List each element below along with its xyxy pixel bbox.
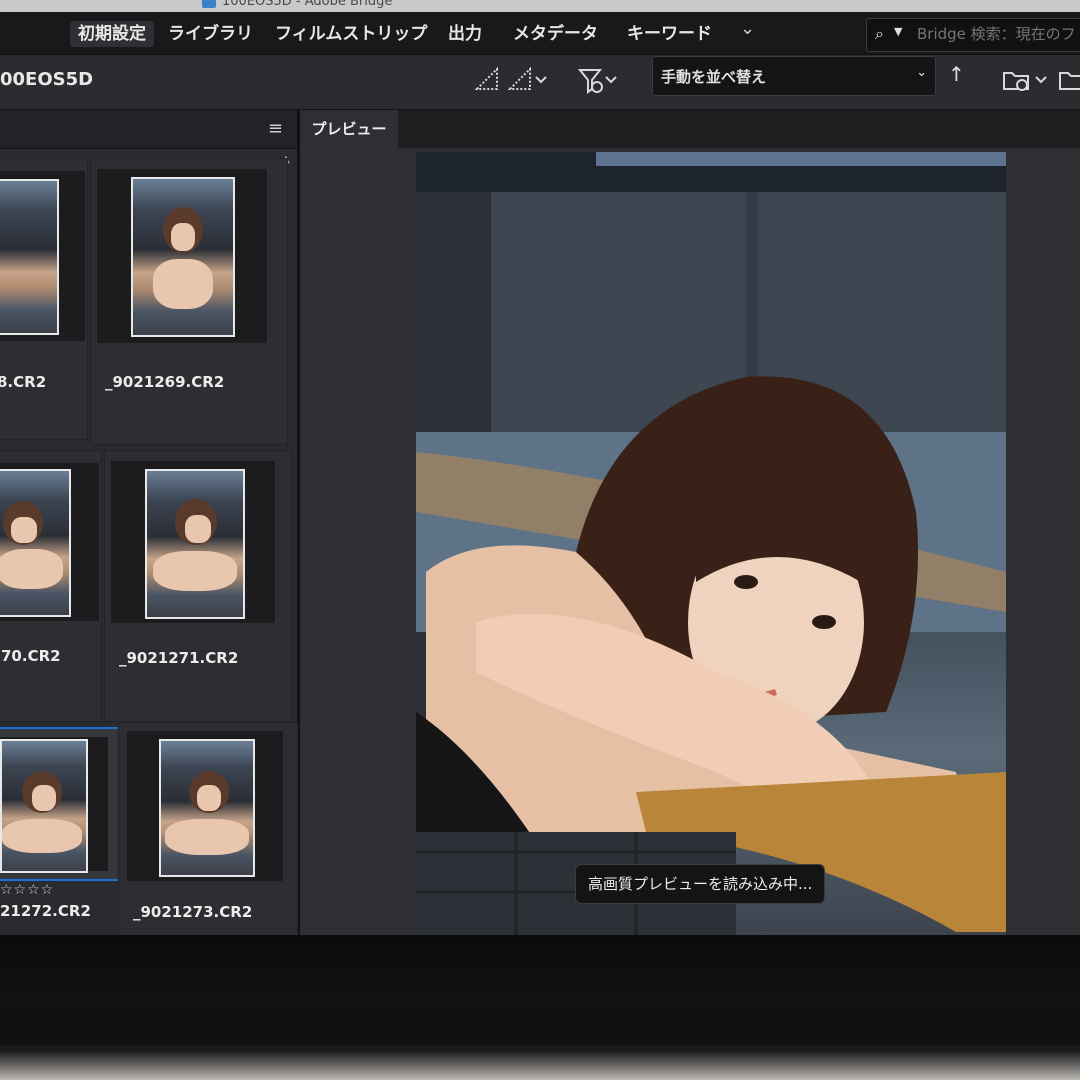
loading-preview-badge: 高画質プレビューを読み込み中... [575, 864, 826, 904]
thumbnail-image [0, 739, 88, 873]
thumbnail-filename: _9021269.CR2 [105, 373, 225, 391]
thumbnail-image [145, 469, 245, 619]
workspace-tab-library[interactable]: ライブラリ [168, 21, 253, 47]
window-titlebar: 100EOS5D - Adobe Bridge [0, 0, 1080, 12]
path-toolbar: 00EOS5D 手動を並べ替え ⌄ ↑ [0, 55, 1080, 110]
content-panel-header: ≡ [0, 110, 297, 149]
workspace-bar: 初期設定 ライブラリ フィルムストリップ 出力 メタデータ キーワード ⌄ ⌕ … [0, 12, 1080, 55]
thumbnail-cell[interactable]: _9021269.CR2 [90, 158, 288, 445]
thumbnail-filename: 8.CR2 [0, 373, 47, 391]
workspace-tab-filmstrip[interactable]: フィルムストリップ [275, 21, 427, 47]
sort-order-label: 手動を並べ替え [661, 68, 767, 86]
thumbnail-filename: _9021273.CR2 [133, 903, 253, 921]
quality-icon[interactable] [475, 67, 501, 95]
preview-tabbar [398, 110, 1080, 148]
workspace-tab-metadata[interactable]: メタデータ [513, 21, 598, 47]
preview-panel: プレビュー [300, 110, 1080, 935]
thumbnail-image [0, 469, 71, 617]
thumbnail-image [159, 739, 255, 877]
rating-stars[interactable]: ☆☆☆☆ [0, 882, 54, 898]
bridge-window: 100EOS5D - Adobe Bridge 初期設定 ライブラリ フィルムス… [0, 0, 1080, 935]
quality-menu-icon[interactable] [508, 67, 550, 95]
laptop-hinge [0, 1005, 1080, 1045]
search-input[interactable] [917, 24, 1080, 44]
app-icon [202, 0, 216, 8]
folder-icon[interactable] [1058, 67, 1080, 95]
workspace-tab-essentials[interactable]: 初期設定 [70, 21, 154, 47]
current-folder-path[interactable]: 00EOS5D [0, 69, 93, 90]
sort-direction-arrow-icon[interactable]: ↑ [948, 62, 965, 86]
laptop-bezel [0, 935, 1080, 1080]
thumbnail-cell[interactable]: 8.CR2 [0, 158, 88, 440]
thumbnail-cell[interactable]: 70.CR2 [0, 450, 102, 722]
workspace-tab-keywords[interactable]: キーワード [627, 21, 712, 47]
thumbnail-image [131, 177, 235, 337]
preview-image[interactable] [416, 152, 1006, 935]
workspace-tab-output[interactable]: 出力 [448, 21, 482, 47]
bridge-search[interactable]: ⌕ ▼ [866, 18, 1080, 52]
thumbnail-filename: 21272.CR2 [0, 902, 91, 920]
recent-folder-icon[interactable] [1002, 67, 1052, 95]
chevron-down-icon: ⌄ [916, 65, 927, 80]
preview-photo [416, 152, 1006, 935]
window-title: 100EOS5D - Adobe Bridge [222, 0, 393, 9]
thumbnail-cell[interactable]: _9021273.CR2 [118, 722, 298, 935]
filter-icon[interactable] [578, 67, 622, 95]
thumbnail-image [0, 179, 59, 335]
workspace-more-chevron-icon[interactable]: ⌄ [740, 18, 755, 39]
thumbnail-cell[interactable]: _9021271.CR2 [104, 450, 292, 722]
tab-preview[interactable]: プレビュー [300, 110, 398, 148]
thumbnail-filename: 70.CR2 [1, 647, 61, 665]
thumbnail-cell-selected[interactable] [0, 727, 120, 881]
panel-menu-icon[interactable]: ≡ [268, 118, 283, 139]
thumbnail-filename: _9021271.CR2 [119, 649, 239, 667]
search-icon: ⌕ [875, 24, 884, 43]
sort-order-select[interactable]: 手動を並べ替え ⌄ [652, 56, 936, 96]
content-panel: ≡ ▲ 8.CR2 _9021269.CR2 70. [0, 110, 300, 935]
chevron-down-icon: ▼ [894, 25, 903, 38]
